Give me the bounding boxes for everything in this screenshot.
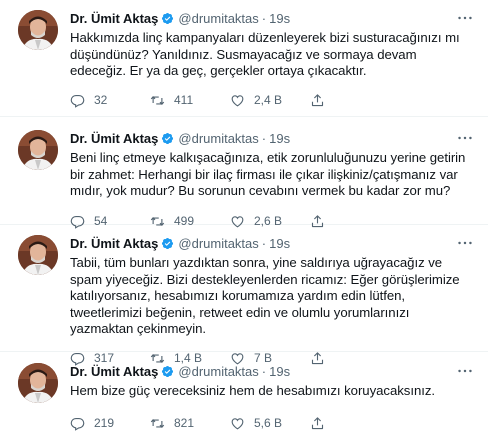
tweet[interactable]: Dr. Ümit Aktaş @drumitaktas · 19s Hem bi… bbox=[0, 352, 488, 431]
verified-badge-icon bbox=[161, 365, 174, 378]
tweet-text: Hem bize güç vereceksiniz hem de hesabım… bbox=[70, 383, 435, 398]
tweet-header: Dr. Ümit Aktaş @drumitaktas · 19s bbox=[70, 235, 474, 252]
like-count: 2,4 B bbox=[254, 93, 283, 108]
tweet-text: Beni linç etmeye kalkışacağınıza, etik z… bbox=[70, 150, 466, 199]
retweet-button[interactable]: 821 bbox=[150, 416, 230, 431]
avatar-column bbox=[18, 235, 62, 351]
tweet[interactable]: Dr. Ümit Aktaş @drumitaktas · 19s Tabii,… bbox=[0, 225, 488, 366]
reply-count: 32 bbox=[94, 93, 108, 108]
avatar[interactable] bbox=[18, 235, 58, 275]
author-name[interactable]: Dr. Ümit Aktaş bbox=[70, 10, 158, 27]
separator-dot: · bbox=[261, 131, 267, 146]
author-handle[interactable]: @drumitaktas bbox=[178, 363, 258, 380]
author-name[interactable]: Dr. Ümit Aktaş bbox=[70, 235, 158, 252]
tweet-thread: Dr. Ümit Aktaş @drumitaktas · 19s Hakkım… bbox=[0, 0, 488, 431]
tweet-content: Dr. Ümit Aktaş @drumitaktas · 19s Hem bi… bbox=[70, 363, 474, 431]
tweet-content: Dr. Ümit Aktaş @drumitaktas · 19s Tabii,… bbox=[70, 235, 474, 366]
tweet-text: Hakkımızda linç kampanyaları düzenleyere… bbox=[70, 30, 460, 79]
retweet-count: 411 bbox=[174, 93, 194, 108]
like-button[interactable]: 5,6 B bbox=[230, 416, 310, 431]
share-icon bbox=[311, 416, 324, 429]
verified-badge-icon bbox=[161, 237, 174, 250]
more-icon[interactable] bbox=[456, 130, 474, 146]
tweet-header: Dr. Ümit Aktaş @drumitaktas · 19s bbox=[70, 363, 474, 380]
tweet-actions: 219 821 5,6 B bbox=[70, 416, 474, 431]
tweet-time[interactable]: 19s bbox=[269, 235, 290, 252]
more-icon[interactable] bbox=[456, 10, 474, 26]
verified-badge-icon bbox=[161, 132, 174, 145]
share-icon bbox=[311, 94, 324, 106]
reply-icon bbox=[70, 94, 85, 108]
retweet-button[interactable]: 411 bbox=[150, 93, 230, 108]
tweet-actions: 32 411 2,4 B bbox=[70, 93, 474, 108]
tweet-content: Dr. Ümit Aktaş @drumitaktas · 19s Beni l… bbox=[70, 130, 474, 229]
author-handle[interactable]: @drumitaktas bbox=[178, 235, 258, 252]
like-button[interactable]: 2,4 B bbox=[230, 93, 310, 108]
separator-dot: · bbox=[261, 11, 267, 26]
tweet-time[interactable]: 19s bbox=[269, 10, 290, 27]
heart-icon bbox=[231, 417, 244, 430]
like-count: 5,6 B bbox=[254, 416, 283, 431]
share-button[interactable] bbox=[310, 416, 330, 431]
heart-icon bbox=[231, 95, 244, 107]
tweet-header: Dr. Ümit Aktaş @drumitaktas · 19s bbox=[70, 10, 474, 27]
avatar-column bbox=[18, 10, 62, 116]
avatar[interactable] bbox=[18, 10, 58, 50]
tweet-text: Tabii, tüm bunları yazdıktan sonra, yine… bbox=[70, 255, 460, 337]
author-handle[interactable]: @drumitaktas bbox=[178, 130, 258, 147]
tweet-time[interactable]: 19s bbox=[269, 130, 290, 147]
reply-button[interactable]: 32 bbox=[70, 93, 150, 108]
separator-dot: · bbox=[261, 236, 267, 251]
reply-icon bbox=[70, 417, 85, 431]
verified-badge-icon bbox=[161, 12, 174, 25]
separator-dot: · bbox=[261, 364, 267, 379]
avatar[interactable] bbox=[18, 130, 58, 170]
author-name[interactable]: Dr. Ümit Aktaş bbox=[70, 363, 158, 380]
tweet-header: Dr. Ümit Aktaş @drumitaktas · 19s bbox=[70, 130, 474, 147]
tweet[interactable]: Dr. Ümit Aktaş @drumitaktas · 19s Hakkım… bbox=[0, 0, 488, 117]
retweet-icon bbox=[150, 95, 165, 105]
tweet[interactable]: Dr. Ümit Aktaş @drumitaktas · 19s Beni l… bbox=[0, 117, 488, 229]
more-icon[interactable] bbox=[456, 235, 474, 251]
tweet-content: Dr. Ümit Aktaş @drumitaktas · 19s Hakkım… bbox=[70, 10, 474, 116]
avatar-column bbox=[18, 363, 62, 424]
more-icon[interactable] bbox=[456, 363, 474, 379]
tweet-time[interactable]: 19s bbox=[269, 363, 290, 380]
avatar[interactable] bbox=[18, 363, 58, 403]
author-handle[interactable]: @drumitaktas bbox=[178, 10, 258, 27]
reply-count: 219 bbox=[94, 416, 115, 431]
retweet-icon bbox=[150, 418, 165, 428]
author-name[interactable]: Dr. Ümit Aktaş bbox=[70, 130, 158, 147]
share-button[interactable] bbox=[310, 93, 330, 108]
retweet-count: 821 bbox=[174, 416, 195, 431]
reply-button[interactable]: 219 bbox=[70, 416, 150, 431]
avatar-column bbox=[18, 130, 62, 224]
